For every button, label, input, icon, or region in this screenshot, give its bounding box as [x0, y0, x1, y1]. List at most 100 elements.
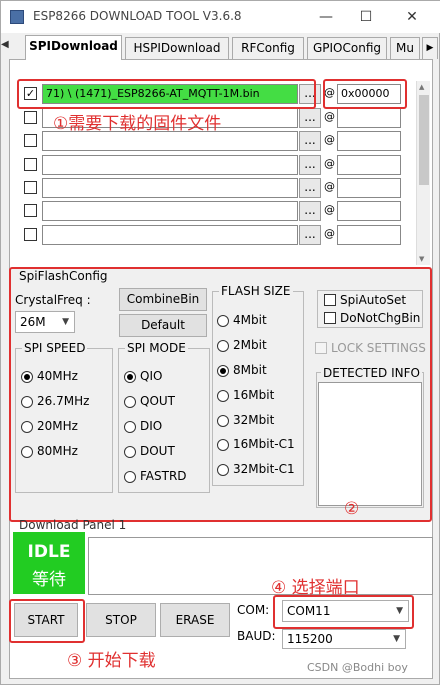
radio-32mbit[interactable] — [217, 415, 229, 427]
file-path-field[interactable] — [42, 201, 298, 221]
baud-label: BAUD: — [237, 629, 276, 643]
chevron-down-icon: ▼ — [396, 606, 403, 616]
scroll-down-icon[interactable]: ▼ — [419, 255, 424, 263]
radio-80mhz[interactable] — [21, 446, 33, 458]
scroll-up-icon[interactable]: ▲ — [419, 83, 424, 91]
annotation-firmware-label: ①需要下载的固件文件 — [53, 114, 222, 134]
status-text-cn: 等待 — [32, 570, 66, 590]
address-field[interactable] — [337, 155, 401, 175]
radio-dio-label: DIO — [140, 419, 163, 433]
at-label: @ — [324, 133, 335, 146]
flash-size-label: FLASH SIZE — [219, 284, 293, 298]
radio-20mhz[interactable] — [21, 421, 33, 433]
app-icon — [10, 10, 24, 24]
radio-2mbit[interactable] — [217, 340, 229, 352]
baud-rate-select[interactable]: 115200 ▼ — [282, 629, 406, 649]
browse-button[interactable]: ... — [299, 178, 321, 198]
file-checkbox[interactable] — [24, 204, 37, 217]
file-checkbox[interactable] — [24, 181, 37, 194]
default-button[interactable]: Default — [119, 314, 207, 337]
stop-button[interactable]: STOP — [86, 603, 156, 637]
file-path-field[interactable] — [42, 131, 298, 151]
file-checkbox[interactable] — [24, 158, 37, 171]
close-button[interactable]: ✕ — [389, 1, 435, 33]
annotation-start-label: ③ 开始下载 — [67, 651, 156, 671]
file-path-field[interactable] — [42, 155, 298, 175]
address-field[interactable] — [337, 201, 401, 221]
address-field[interactable] — [337, 225, 401, 245]
start-button[interactable]: START — [14, 603, 78, 637]
address-field[interactable] — [337, 131, 401, 151]
radio-32mbit-c1-label: 32Mbit-C1 — [233, 462, 295, 476]
radio-fastrd[interactable] — [124, 471, 136, 483]
combine-bin-button[interactable]: CombineBin — [119, 288, 207, 311]
annotation-box-firmware — [17, 79, 316, 109]
window-title: ESP8266 DOWNLOAD TOOL V3.6.8 — [33, 9, 242, 23]
radio-40mhz[interactable] — [21, 371, 33, 383]
radio-16mbit-c1[interactable] — [217, 439, 229, 451]
com-port-select[interactable]: COM11 ▼ — [282, 600, 409, 622]
tab-scroll-left-icon[interactable]: ◀ — [1, 39, 9, 50]
do-not-chg-bin-checkbox[interactable] — [324, 312, 336, 324]
spi-mode-label: SPI MODE — [125, 341, 188, 355]
radio-16mbit[interactable] — [217, 390, 229, 402]
radio-qout[interactable] — [124, 396, 136, 408]
radio-qio[interactable] — [124, 371, 136, 383]
erase-button[interactable]: ERASE — [160, 603, 230, 637]
download-panel-title: Download Panel 1 — [19, 518, 127, 532]
file-path-field[interactable] — [42, 178, 298, 198]
tab-scroll-right-icon[interactable]: ▶ — [422, 37, 438, 59]
app-window: ESP8266 DOWNLOAD TOOL V3.6.8 — ☐ ✕ ◀ SPI… — [0, 0, 440, 685]
browse-button[interactable]: ... — [299, 108, 321, 128]
detected-info-textarea[interactable] — [318, 382, 422, 506]
radio-qio-label: QIO — [140, 369, 163, 383]
title-bar: ESP8266 DOWNLOAD TOOL V3.6.8 — ☐ ✕ — [1, 1, 440, 33]
log-output[interactable] — [88, 537, 433, 595]
file-path-field[interactable] — [42, 225, 298, 245]
radio-4mbit[interactable] — [217, 315, 229, 327]
crystal-freq-value: 26M — [20, 315, 46, 329]
watermark: CSDN @Bodhi boy — [307, 661, 408, 674]
address-field[interactable] — [337, 108, 401, 128]
browse-button[interactable]: ... — [299, 131, 321, 151]
spi-auto-set-checkbox[interactable] — [324, 294, 336, 306]
radio-26-7mhz[interactable] — [21, 396, 33, 408]
radio-8mbit[interactable] — [217, 365, 229, 377]
at-label: @ — [324, 157, 335, 170]
browse-button[interactable]: ... — [299, 201, 321, 221]
spi-speed-label: SPI SPEED — [22, 341, 88, 355]
radio-dout-label: DOUT — [140, 444, 175, 458]
radio-40mhz-label: 40MHz — [37, 369, 78, 383]
crystal-freq-select[interactable]: 26M ▼ — [15, 311, 75, 333]
tab-more[interactable]: Mu — [390, 37, 420, 59]
radio-dio[interactable] — [124, 421, 136, 433]
file-checkbox[interactable] — [24, 111, 37, 124]
browse-button[interactable]: ... — [299, 225, 321, 245]
annotation-box-address — [323, 79, 407, 109]
at-label: @ — [324, 110, 335, 123]
scrollbar-thumb[interactable] — [419, 95, 429, 185]
file-checkbox[interactable] — [24, 134, 37, 147]
spi-auto-set-label: SpiAutoSet — [340, 293, 407, 307]
browse-button[interactable]: ... — [299, 155, 321, 175]
tab-hspidownload[interactable]: HSPIDownload — [125, 37, 229, 59]
com-port-value: COM11 — [287, 604, 331, 618]
maximize-button[interactable]: ☐ — [343, 1, 389, 33]
file-checkbox[interactable] — [24, 228, 37, 241]
lock-settings-label: LOCK SETTINGS — [331, 341, 426, 355]
radio-26-7mhz-label: 26.7MHz — [37, 394, 90, 408]
tab-rfconfig[interactable]: RFConfig — [232, 37, 304, 59]
tab-bar: ◀ SPIDownload HSPIDownload RFConfig GPIO… — [1, 35, 440, 60]
lock-settings-checkbox[interactable] — [315, 342, 327, 354]
radio-2mbit-label: 2Mbit — [233, 338, 267, 352]
radio-32mbit-c1[interactable] — [217, 464, 229, 476]
radio-4mbit-label: 4Mbit — [233, 313, 267, 327]
address-field[interactable] — [337, 178, 401, 198]
tab-gpioconfig[interactable]: GPIOConfig — [307, 37, 387, 59]
com-label: COM: — [237, 603, 270, 617]
radio-dout[interactable] — [124, 446, 136, 458]
tab-spidownload[interactable]: SPIDownload — [25, 35, 122, 60]
radio-16mbit-label: 16Mbit — [233, 388, 275, 402]
config-title: SpiFlashConfig — [19, 269, 108, 283]
file-list-scrollbar[interactable]: ▲ ▼ — [416, 81, 430, 265]
